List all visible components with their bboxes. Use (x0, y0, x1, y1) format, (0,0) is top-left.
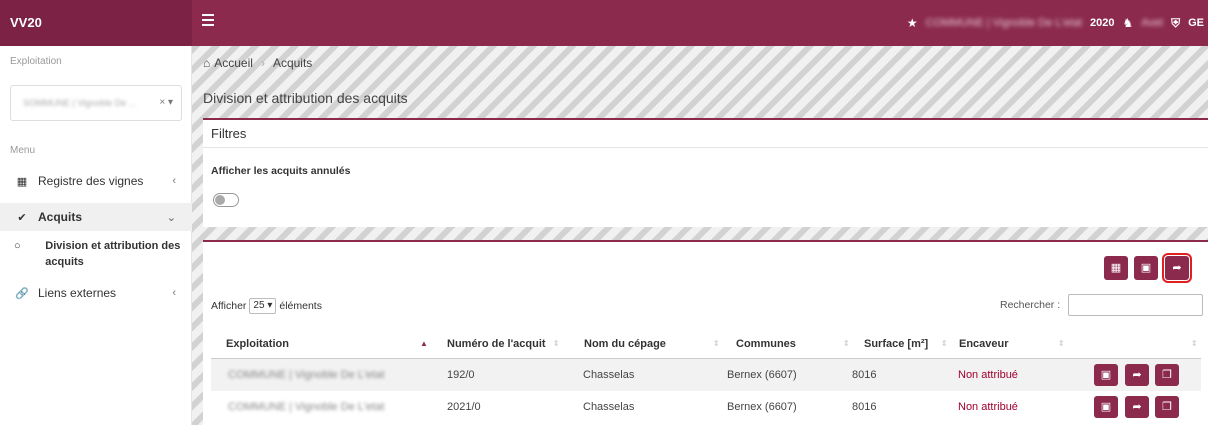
chevron-left-icon: ‹ (172, 175, 176, 187)
sort-icon: ⇕ (1058, 339, 1065, 348)
show-cancelled-toggle[interactable] (213, 193, 239, 207)
header-label: Nom du cépage (584, 338, 666, 350)
main-content: ⌂ Accueil › Acquits Division et attribut… (192, 46, 1208, 425)
header-label: Numéro de l'acquit (447, 338, 546, 350)
header-label: Surface [m²] (864, 338, 929, 350)
cell-exploitation: COMMUNE | Vignoble De L'etat (228, 401, 385, 413)
cell-exploitation: COMMUNE | Vignoble De L'etat (228, 369, 385, 381)
page-length-select[interactable]: 25 ▾ (249, 298, 277, 314)
header-exploitation[interactable]: Exploitation (226, 330, 289, 358)
row-pdf-button[interactable]: ▣ (1094, 364, 1118, 386)
length-suffix: éléments (279, 300, 322, 312)
sidebar-item-registre[interactable]: ▦ Registre des vignes ‹ (0, 168, 192, 194)
row-share-button[interactable]: ➦ (1125, 364, 1149, 386)
top-bar: VV20 ★ COMMUNE | Vignoble De L'etat 2020… (0, 0, 1208, 46)
sort-icon: ⇕ (552, 339, 560, 348)
exploitation-select[interactable]: SOMMUNE | Vignoble De ... × ▾ (10, 85, 182, 121)
sidebar-item-label: Liens externes (38, 286, 117, 300)
cell-encaveur: Non attribué (958, 401, 1018, 413)
language-selector[interactable]: GE (1188, 17, 1204, 29)
menu-label: Menu (10, 145, 36, 156)
header-numero[interactable]: Numéro de l'acquit ⇕ (447, 330, 560, 358)
search-label: Rechercher : (1000, 299, 1061, 311)
check-circle-icon: ✔ (17, 211, 27, 224)
chevron-down-icon: ⌄ (166, 211, 176, 224)
export-share-button[interactable]: ➦ (1162, 253, 1192, 283)
row-share-button[interactable]: ➦ (1125, 396, 1149, 418)
filters-title: Filtres (203, 120, 1208, 148)
table-row[interactable]: COMMUNE | Vignoble De L'etat 192/0 Chass… (211, 359, 1201, 391)
sidebar-item-acquits[interactable]: ✔ Acquits ⌄ (0, 203, 192, 231)
clear-chevron-icon[interactable]: × ▾ (159, 86, 173, 120)
breadcrumb-current: Acquits (272, 56, 313, 70)
cell-cepage: Chasselas (583, 401, 635, 413)
show-cancelled-label: Afficher les acquits annulés (211, 165, 351, 177)
header-encaveur[interactable]: Encaveur (959, 330, 1009, 358)
sidebar-item-label: Registre des vignes (38, 174, 144, 188)
brand-logo[interactable]: VV20 (0, 0, 192, 46)
page-length-control: Afficher 25 ▾ éléments (211, 298, 322, 314)
exploitation-value: SOMMUNE | Vignoble De ... (23, 98, 137, 108)
cell-cepage: Chasselas (583, 369, 635, 381)
page-length-value: 25 (253, 300, 265, 311)
cell-surface: 8016 (852, 401, 877, 413)
page-title: Division et attribution des acquits (203, 90, 408, 106)
shield-icon: ⛨ (1171, 15, 1181, 30)
filters-panel: Filtres Afficher les acquits annulés (203, 118, 1208, 227)
sort-icon: ⇕ (843, 339, 850, 348)
row-pdf-button[interactable]: ▣ (1094, 396, 1118, 418)
export-pdf-button[interactable]: ▣ (1134, 256, 1158, 280)
sidebar: Exploitation SOMMUNE | Vignoble De ... ×… (0, 46, 192, 425)
toggle-knob (215, 195, 225, 205)
cell-numero: 2021/0 (447, 401, 481, 413)
breadcrumb-home[interactable]: Accueil (214, 56, 253, 70)
star-icon[interactable]: ★ (907, 16, 918, 30)
sidebar-item-label: Acquits (38, 210, 83, 224)
sidebar-item-liens[interactable]: 🔗 Liens externes ‹ (0, 280, 192, 306)
cell-encaveur: Non attribué (958, 369, 1018, 381)
header-surface[interactable]: Surface [m²] (864, 330, 928, 358)
header-cepage[interactable]: Nom du cépage (584, 330, 666, 358)
sort-asc-icon: ▲ (420, 339, 428, 348)
search-input[interactable] (1068, 294, 1203, 316)
row-copy-button[interactable]: ❐ (1155, 396, 1179, 418)
row-copy-button[interactable]: ❐ (1155, 364, 1179, 386)
export-excel-button[interactable]: ▦ (1104, 256, 1128, 280)
sort-icon: ⇕ (941, 339, 948, 348)
cell-commune: Bernex (6607) (727, 369, 797, 381)
header-communes[interactable]: Communes (736, 330, 796, 358)
header-label: Exploitation (226, 338, 289, 350)
year-selector[interactable]: 2020 (1090, 17, 1114, 29)
header-label: Encaveur (959, 338, 1009, 350)
home-icon: ⌂ (203, 56, 211, 70)
top-right-area: ★ COMMUNE | Vignoble De L'etat 2020 ♞ Av… (907, 0, 1204, 46)
breadcrumb: ⌂ Accueil › Acquits (203, 56, 312, 70)
circle-icon: ○ (14, 240, 21, 252)
link-icon: 🔗 (15, 287, 29, 300)
table-row[interactable]: COMMUNE | Vignoble De L'etat 2021/0 Chas… (211, 391, 1201, 423)
user-name[interactable]: Avet (1141, 17, 1163, 29)
sort-icon: ⇕ (1191, 339, 1198, 348)
breadcrumb-separator: › (260, 56, 265, 70)
cell-surface: 8016 (852, 369, 877, 381)
acquits-table-panel: ▦ ▣ ➦ Afficher 25 ▾ éléments Rechercher … (203, 240, 1208, 425)
user-icon: ♞ (1122, 16, 1134, 30)
sort-icon: ⇕ (713, 339, 720, 348)
map-icon: ▦ (16, 175, 28, 188)
length-prefix: Afficher (211, 300, 247, 312)
company-name[interactable]: COMMUNE | Vignoble De L'etat (926, 17, 1082, 29)
header-label: Communes (736, 338, 796, 350)
menu-toggle-icon[interactable] (202, 14, 214, 26)
cell-numero: 192/0 (447, 369, 475, 381)
exploitation-label: Exploitation (10, 56, 62, 67)
sidebar-subitem-label: Division et attribution des acquits (45, 240, 181, 268)
chevron-left-icon: ‹ (172, 287, 176, 299)
sidebar-subitem-division[interactable]: ○ Division et attribution des acquits (14, 238, 192, 270)
cell-commune: Bernex (6607) (727, 401, 797, 413)
